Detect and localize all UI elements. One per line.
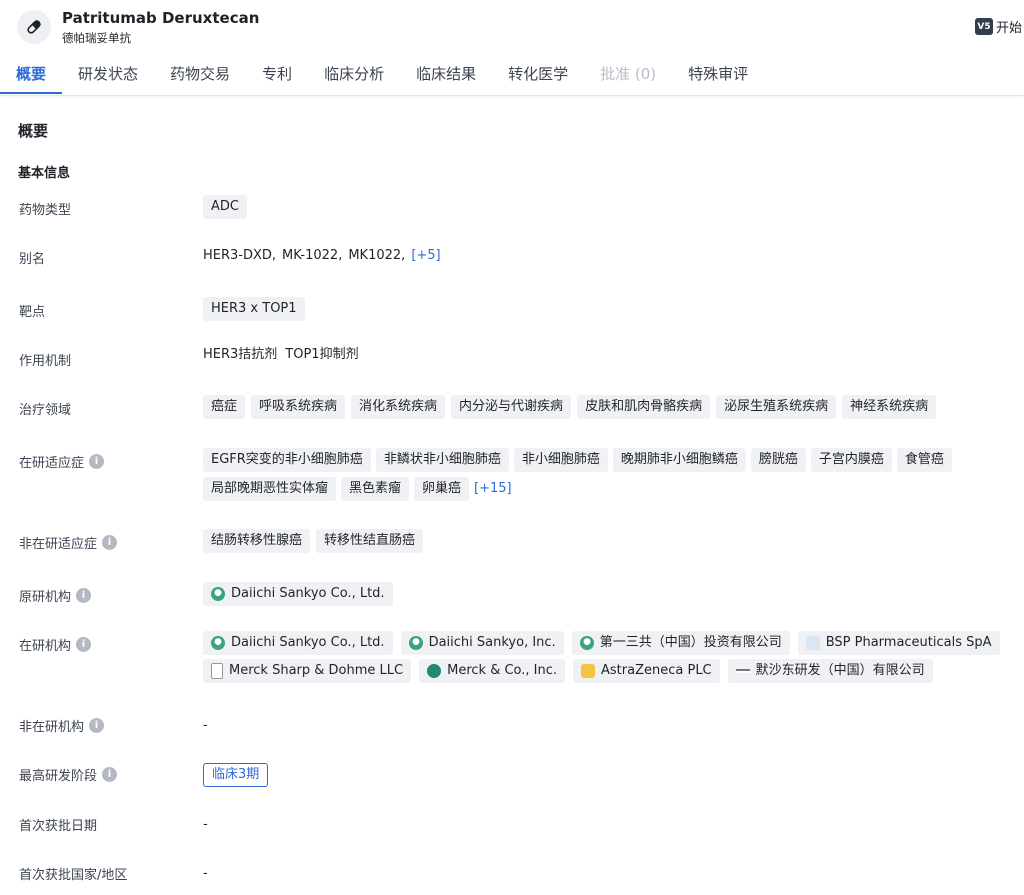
- indication-tag[interactable]: 转移性结直肠癌: [316, 529, 424, 553]
- alias-item: MK1022,: [348, 248, 406, 263]
- org-tag[interactable]: Merck Sharp & Dohme LLC: [203, 659, 412, 683]
- pill-icon: [17, 10, 51, 44]
- tab-patents[interactable]: 专利: [246, 56, 308, 94]
- version-badge: V5: [975, 18, 993, 35]
- tab-bar: 概要 研发状态 药物交易 专利 临床分析 临床结果 转化医学 批准 (0) 特殊…: [0, 56, 764, 94]
- org-tag[interactable]: Daiichi Sankyo, Inc.: [400, 631, 564, 655]
- active-indications-label: 在研适应症 i: [19, 452, 105, 471]
- inactive-indications-label: 非在研适应症 i: [19, 533, 118, 552]
- mechanism-item: HER3拮抗剂: [203, 347, 278, 362]
- active-indications-value: EGFR突变的非小细胞肺癌 非鳞状非小细胞肺癌 非小细胞肺癌 晚期肺非小细胞鳞癌…: [203, 448, 1013, 501]
- phase-badge[interactable]: 临床3期: [203, 763, 269, 787]
- tab-approval: 批准 (0): [600, 65, 657, 83]
- info-icon[interactable]: i: [89, 718, 105, 733]
- indication-tag[interactable]: 膀胱癌: [750, 448, 806, 472]
- indication-tag[interactable]: 非鳞状非小细胞肺癌: [375, 448, 509, 472]
- originator-label: 原研机构 i: [19, 586, 92, 605]
- basic-info-title: 基本信息: [18, 166, 71, 181]
- alias-more-link[interactable]: [+5]: [411, 246, 440, 266]
- therapeutic-area-label: 治疗领域: [19, 403, 72, 418]
- indication-tag[interactable]: 结肠转移性腺癌: [203, 529, 311, 553]
- tab-rd-status[interactable]: 研发状态: [62, 56, 154, 94]
- info-icon[interactable]: i: [89, 454, 105, 469]
- org-tag[interactable]: 第一三共（中国）投资有限公司: [571, 631, 790, 655]
- info-icon[interactable]: i: [102, 767, 118, 782]
- target-value: HER3 x TOP1: [203, 297, 1013, 321]
- mechanism-value: HER3拮抗剂 TOP1抑制剂: [203, 345, 1013, 365]
- org-tag[interactable]: Daiichi Sankyo Co., Ltd.: [203, 631, 393, 655]
- tab-translational[interactable]: 转化医学: [492, 56, 584, 94]
- daiichi-logo-icon: [408, 636, 423, 650]
- tab-deals[interactable]: 药物交易: [154, 56, 246, 94]
- indication-tag[interactable]: 晚期肺非小细胞鳞癌: [612, 448, 746, 472]
- org-tag[interactable]: BSP Pharmaceuticals SpA: [797, 631, 1000, 655]
- start-label: 开始: [996, 21, 1023, 36]
- inactive-indications-value: 结肠转移性腺癌 转移性结直肠癌: [203, 529, 1013, 553]
- therapeutic-area-tag[interactable]: 呼吸系统疾病: [251, 395, 346, 419]
- drug-chinese-name: 德帕瑞妥单抗: [62, 31, 131, 45]
- drug-name: Patritumab Deruxtecan: [62, 9, 260, 27]
- tab-clinical-analysis[interactable]: 临床分析: [308, 56, 400, 94]
- astrazeneca-logo-icon: [581, 664, 596, 678]
- info-icon[interactable]: i: [76, 637, 92, 652]
- target-label: 靶点: [19, 305, 46, 320]
- therapeutic-area-tag[interactable]: 泌尿生殖系统疾病: [716, 395, 837, 419]
- first-approval-date-label: 首次获批日期: [19, 819, 98, 834]
- first-approval-region-label: 首次获批国家/地区: [19, 868, 128, 883]
- tab-special-review[interactable]: 特殊审评: [672, 56, 764, 94]
- bsp-logo-icon: [805, 636, 820, 650]
- therapeutic-area-tag[interactable]: 消化系统疾病: [351, 395, 446, 419]
- tab-clinical-results[interactable]: 临床结果: [400, 56, 492, 94]
- org-tag[interactable]: AstraZeneca PLC: [573, 659, 720, 683]
- org-tag[interactable]: 默沙东研发（中国）有限公司: [727, 659, 933, 683]
- mechanism-label: 作用机制: [19, 354, 72, 369]
- first-approval-region-value: -: [203, 866, 208, 881]
- alias-label: 别名: [19, 252, 46, 267]
- first-approval-date-value: -: [203, 817, 208, 832]
- key-icon: [735, 669, 750, 673]
- alias-item: HER3-DXD,: [203, 248, 277, 263]
- therapeutic-area-value: 癌症 呼吸系统疾病 消化系统疾病 内分泌与代谢疾病 皮肤和肌肉骨骼疾病 泌尿生殖…: [203, 395, 1013, 419]
- org-tag[interactable]: Merck & Co., Inc.: [419, 659, 566, 683]
- daiichi-logo-icon: [579, 636, 594, 650]
- mechanism-item: TOP1抑制剂: [285, 347, 359, 362]
- section-title: 概要: [18, 122, 49, 140]
- drug-type-tag[interactable]: ADC: [203, 195, 247, 219]
- alias-item: MK-1022,: [282, 248, 343, 263]
- info-icon[interactable]: i: [76, 588, 92, 603]
- drug-header: Patritumab Deruxtecan 德帕瑞妥单抗 V5 开始 概要 研发…: [0, 0, 1024, 96]
- daiichi-logo-icon: [211, 636, 225, 650]
- therapeutic-area-tag[interactable]: 皮肤和肌肉骨骼疾病: [577, 395, 711, 419]
- inactive-orgs-label: 非在研机构 i: [19, 716, 105, 735]
- originator-value: Daiichi Sankyo Co., Ltd.: [203, 582, 1013, 606]
- indication-tag[interactable]: 黑色素瘤: [341, 477, 410, 501]
- drug-type-value: ADC: [203, 195, 1013, 219]
- indication-tag[interactable]: 卵巢癌: [414, 477, 470, 501]
- org-tag[interactable]: Daiichi Sankyo Co., Ltd.: [203, 582, 393, 606]
- drug-type-label: 药物类型: [19, 203, 72, 218]
- highest-phase-value: 临床3期: [203, 763, 1013, 787]
- therapeutic-area-tag[interactable]: 内分泌与代谢疾病: [451, 395, 572, 419]
- highest-phase-label: 最高研发阶段 i: [19, 765, 118, 784]
- indication-tag[interactable]: 子宫内膜癌: [810, 448, 892, 472]
- start-button[interactable]: V5 开始: [975, 17, 1022, 36]
- alias-value: HER3-DXD, MK-1022, MK1022, [+5]: [203, 246, 1013, 266]
- indication-tag[interactable]: 非小细胞肺癌: [513, 448, 608, 472]
- therapeutic-area-tag[interactable]: 神经系统疾病: [842, 395, 937, 419]
- indication-tag[interactable]: EGFR突变的非小细胞肺癌: [203, 448, 371, 472]
- indication-tag[interactable]: 局部晚期恶性实体瘤: [203, 477, 337, 501]
- info-icon[interactable]: i: [102, 535, 118, 550]
- indication-tag[interactable]: 食管癌: [896, 448, 952, 472]
- indications-more-link[interactable]: [+15]: [474, 477, 512, 501]
- building-icon: [211, 663, 223, 679]
- merck-logo-icon: [427, 664, 442, 678]
- therapeutic-area-tag[interactable]: 癌症: [203, 395, 246, 419]
- active-orgs-label: 在研机构 i: [19, 635, 92, 654]
- inactive-orgs-value: -: [203, 718, 208, 733]
- active-orgs-value: Daiichi Sankyo Co., Ltd. Daiichi Sankyo,…: [203, 631, 1013, 683]
- daiichi-logo-icon: [211, 587, 225, 601]
- tab-overview[interactable]: 概要: [0, 56, 63, 94]
- target-tag[interactable]: HER3 x TOP1: [203, 297, 305, 321]
